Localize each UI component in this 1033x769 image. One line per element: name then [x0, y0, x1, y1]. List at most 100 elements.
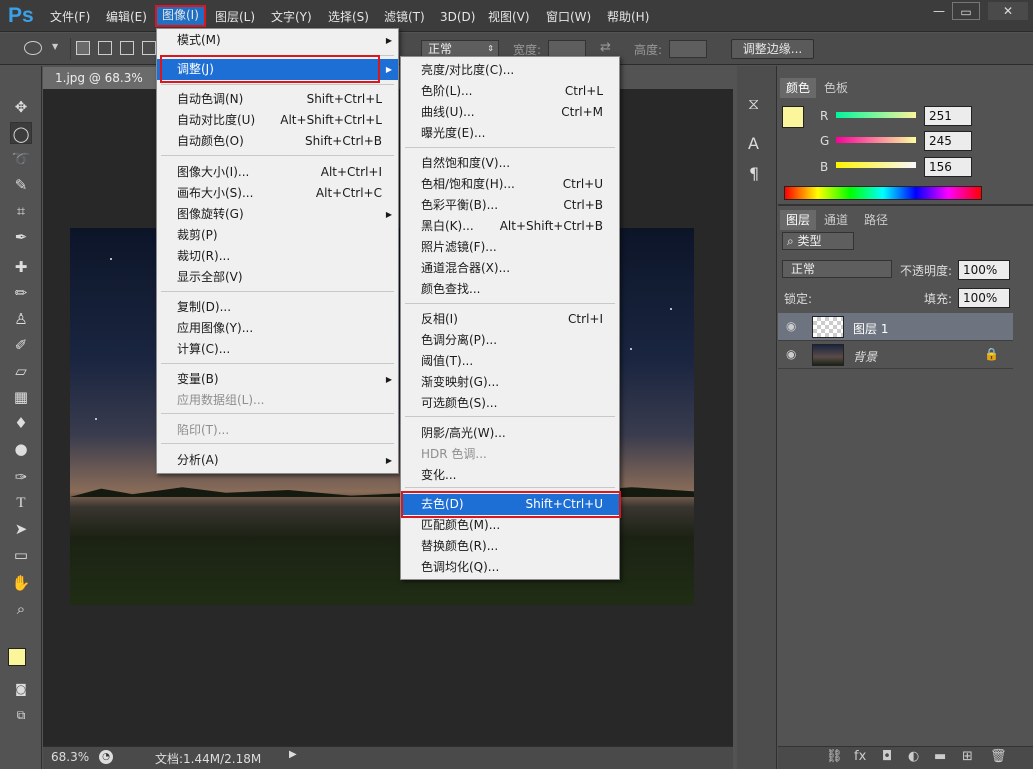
- tab-layers[interactable]: 图层: [780, 210, 817, 230]
- image-menu-item[interactable]: 模式(M) ▶: [157, 30, 398, 51]
- layer-row-1[interactable]: ◉ 图层 1: [778, 313, 1013, 341]
- blur-tool-icon[interactable]: ♦: [10, 412, 32, 434]
- image-menu-item[interactable]: 调整(J) ▶: [157, 59, 398, 80]
- image-menu-item[interactable]: 图像大小(I)... Alt+Ctrl+I: [157, 162, 398, 183]
- adjust-menu-item[interactable]: 匹配颜色(M)...: [401, 515, 619, 536]
- refine-edge-button[interactable]: 调整边缘...: [731, 39, 814, 59]
- image-menu-item[interactable]: 画布大小(S)... Alt+Ctrl+C: [157, 183, 398, 204]
- adjust-menu-item[interactable]: 色调均化(Q)...: [401, 557, 619, 578]
- character-panel-icon[interactable]: A: [748, 134, 759, 153]
- blend-mode-select[interactable]: 正常: [782, 260, 892, 278]
- layer-name[interactable]: 背景: [853, 348, 877, 365]
- marquee-tool-icon[interactable]: ◯: [10, 122, 32, 144]
- menu-select[interactable]: 选择(S): [326, 7, 371, 27]
- r-value[interactable]: 251: [924, 106, 972, 126]
- menu-3d[interactable]: 3D(D): [438, 7, 477, 27]
- link-layers-icon[interactable]: ⛓: [826, 749, 843, 764]
- adjust-menu-item[interactable]: 色阶(L)... Ctrl+L: [401, 81, 619, 102]
- subtract-selection-icon[interactable]: [120, 41, 134, 55]
- adjust-menu-item[interactable]: 颜色查找...: [401, 279, 619, 300]
- color-spectrum[interactable]: [784, 186, 982, 200]
- path-select-icon[interactable]: ➤: [10, 518, 32, 540]
- fx-icon[interactable]: fx: [854, 749, 866, 764]
- swap-icon[interactable]: ⇄: [600, 40, 611, 55]
- image-menu-item[interactable]: 复制(D)...: [157, 297, 398, 318]
- new-selection-icon[interactable]: [76, 41, 90, 55]
- add-selection-icon[interactable]: [98, 41, 112, 55]
- adjust-menu-item[interactable]: 色彩平衡(B)... Ctrl+B: [401, 195, 619, 216]
- image-menu-item[interactable]: 裁剪(P): [157, 225, 398, 246]
- adjust-menu-item[interactable]: 去色(D) Shift+Ctrl+U: [401, 494, 619, 515]
- adjust-menu-item[interactable]: 渐变映射(G)...: [401, 372, 619, 393]
- adjust-menu-item[interactable]: 可选颜色(S)...: [401, 393, 619, 414]
- minimize-button[interactable]: —: [926, 2, 952, 20]
- move-tool-icon[interactable]: ✥: [10, 96, 32, 118]
- adjust-menu-item[interactable]: 亮度/对比度(C)...: [401, 60, 619, 81]
- stamp-tool-icon[interactable]: ♙: [10, 308, 32, 330]
- trash-icon[interactable]: 🗑: [990, 749, 1007, 764]
- document-tab[interactable]: 1.jpg @ 68.3% (图: [43, 67, 163, 107]
- image-menu-item[interactable]: 图像旋转(G) ▶: [157, 204, 398, 225]
- quick-select-tool-icon[interactable]: ✎: [10, 174, 32, 196]
- adjustment-icon[interactable]: ◐: [908, 749, 919, 764]
- eye-icon[interactable]: ◉: [786, 319, 796, 333]
- b-value[interactable]: 156: [924, 157, 972, 177]
- image-menu-item[interactable]: 计算(C)...: [157, 339, 398, 360]
- eyedropper-tool-icon[interactable]: ✒: [10, 226, 32, 248]
- eye-icon[interactable]: ◉: [786, 347, 796, 361]
- adjust-menu-item[interactable]: 黑白(K)... Alt+Shift+Ctrl+B: [401, 216, 619, 237]
- healing-tool-icon[interactable]: ✚: [10, 256, 32, 278]
- height-input[interactable]: [669, 40, 707, 58]
- adjust-menu-item[interactable]: 曝光度(E)...: [401, 123, 619, 144]
- image-menu-item[interactable]: 变量(B) ▶: [157, 369, 398, 390]
- adjust-menu-item[interactable]: 阈值(T)...: [401, 351, 619, 372]
- restore-button[interactable]: ▭: [952, 2, 980, 20]
- tab-paths[interactable]: 路径: [858, 210, 894, 230]
- menu-view[interactable]: 视图(V): [486, 7, 532, 27]
- type-tool-icon[interactable]: T: [10, 492, 32, 514]
- shape-tool-icon[interactable]: ▭: [10, 544, 32, 566]
- image-menu-item[interactable]: 裁切(R)...: [157, 246, 398, 267]
- pen-tool-icon[interactable]: ✑: [10, 466, 32, 488]
- eraser-tool-icon[interactable]: ▱: [10, 360, 32, 382]
- image-menu-item[interactable]: 自动色调(N) Shift+Ctrl+L: [157, 89, 398, 110]
- b-slider[interactable]: [836, 162, 916, 168]
- tab-channels[interactable]: 通道: [818, 210, 854, 230]
- fill-input[interactable]: 100%: [958, 288, 1010, 308]
- adjust-menu-item[interactable]: 替换颜色(R)...: [401, 536, 619, 557]
- foreground-color-swatch[interactable]: [8, 648, 26, 666]
- info-icon[interactable]: ◔: [99, 750, 113, 764]
- zoom-level[interactable]: 68.3%: [51, 750, 89, 764]
- menu-filter[interactable]: 滤镜(T): [382, 7, 427, 27]
- adjust-menu-item[interactable]: 变化...: [401, 465, 619, 486]
- adjust-menu-item[interactable]: 曲线(U)... Ctrl+M: [401, 102, 619, 123]
- dodge-tool-icon[interactable]: ●: [10, 438, 32, 460]
- menu-image[interactable]: 图像(I): [155, 5, 206, 27]
- brush-tool-icon[interactable]: ✏: [10, 282, 32, 304]
- image-menu-item[interactable]: 应用图像(Y)...: [157, 318, 398, 339]
- menu-layer[interactable]: 图层(L): [213, 7, 257, 27]
- adjust-menu-item[interactable]: 通道混合器(X)...: [401, 258, 619, 279]
- menu-help[interactable]: 帮助(H): [605, 7, 651, 27]
- hand-tool-icon[interactable]: ✋: [10, 572, 32, 594]
- close-button[interactable]: ✕: [988, 2, 1028, 20]
- opacity-input[interactable]: 100%: [958, 260, 1010, 280]
- image-menu-item[interactable]: 显示全部(V): [157, 267, 398, 288]
- zoom-tool-icon[interactable]: ⌕: [10, 598, 32, 620]
- adjust-menu-item[interactable]: 色相/饱和度(H)... Ctrl+U: [401, 174, 619, 195]
- g-slider[interactable]: [836, 137, 916, 143]
- elliptical-marquee-icon[interactable]: [24, 41, 42, 55]
- menu-window[interactable]: 窗口(W): [544, 7, 593, 27]
- chevron-down-icon[interactable]: ▼: [52, 42, 58, 51]
- intersect-selection-icon[interactable]: [142, 41, 156, 55]
- layer-filter-select[interactable]: ⌕ 类型: [782, 232, 854, 250]
- expand-arrow-icon[interactable]: ▶: [289, 749, 297, 760]
- image-menu-item[interactable]: 分析(A) ▶: [157, 450, 398, 471]
- adjust-menu-item[interactable]: 自然饱和度(V)...: [401, 153, 619, 174]
- gradient-tool-icon[interactable]: ▦: [10, 386, 32, 408]
- foreground-swatch[interactable]: [782, 106, 804, 128]
- tab-color[interactable]: 颜色: [780, 78, 817, 98]
- lasso-tool-icon[interactable]: ➰: [10, 148, 32, 170]
- tab-swatches[interactable]: 色板: [818, 78, 854, 98]
- mask-icon[interactable]: ◘: [882, 749, 892, 764]
